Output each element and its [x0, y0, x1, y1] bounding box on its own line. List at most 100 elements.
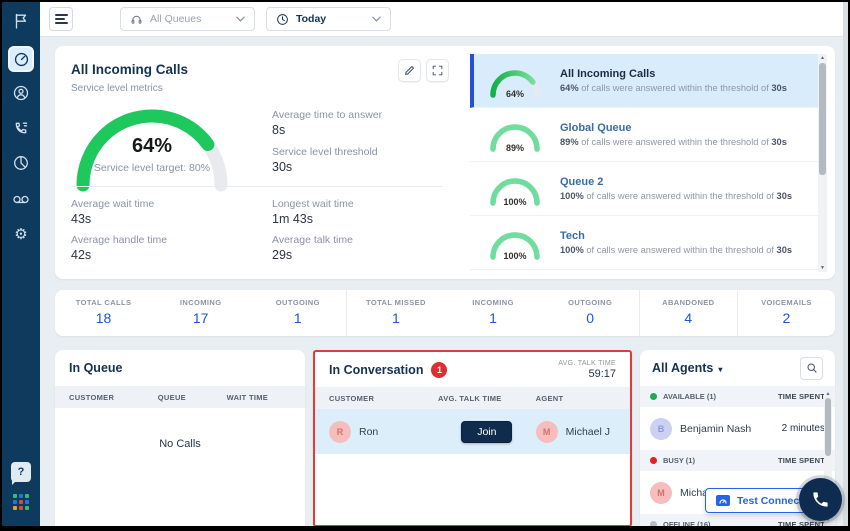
- sidebar-item-dashboard[interactable]: [8, 46, 34, 72]
- metrics-column: Average time to answer 8s Service level …: [272, 109, 382, 174]
- metric-value: 42s: [71, 248, 272, 262]
- expand-button[interactable]: [426, 59, 449, 82]
- queue-name: All Incoming Calls: [560, 68, 787, 80]
- queue-list-item[interactable]: 64% All Incoming Calls 64% of calls were…: [470, 54, 818, 108]
- queue-desc: 100% of calls were answered within the t…: [560, 191, 792, 201]
- in-queue-panel: In Queue CUSTOMER QUEUE WAIT TIME No Cal…: [55, 350, 305, 526]
- status-dot-available: [650, 393, 657, 400]
- queue-gauge: 64%: [486, 63, 544, 99]
- scroll-up-icon[interactable]: ▲: [818, 55, 827, 61]
- group-status: AVAILABLE (1): [663, 392, 716, 401]
- stat-cell: VOICEMAILS2: [737, 290, 835, 336]
- metrics-grid: Average wait time 43s Longest wait time …: [71, 198, 473, 262]
- sidebar-item-call-logs[interactable]: [2, 115, 40, 141]
- sidebar-item-voicemail[interactable]: [2, 186, 40, 212]
- panel-title: In Conversation: [329, 363, 423, 377]
- stat-cell: OUTGOING0: [542, 290, 639, 336]
- agent-cell: M Michael J: [536, 421, 616, 443]
- join-button[interactable]: Join: [461, 421, 512, 443]
- connection-test-icon: [716, 495, 730, 507]
- chevron-down-icon: [372, 16, 381, 22]
- agent-group-header: AVAILABLE (1) TIME SPENT: [640, 386, 835, 407]
- sidebar-item-reports[interactable]: [2, 150, 40, 176]
- panel-title: In Queue: [69, 361, 122, 375]
- time-spent-label: TIME SPENT: [778, 456, 825, 465]
- help-button[interactable]: ?: [11, 462, 31, 482]
- voicemail-icon: [11, 190, 31, 208]
- sidebar: ⚙ ?: [2, 2, 40, 526]
- agent-name: Michael J: [566, 426, 610, 438]
- action-cell: Join: [438, 421, 536, 443]
- metric-value: 43s: [71, 212, 272, 226]
- agent-name: Benjamin Nash: [680, 423, 751, 435]
- metric-label: Average time to answer: [272, 109, 382, 121]
- agent-search-button[interactable]: [800, 357, 823, 380]
- clock-icon: [276, 13, 289, 26]
- card-title: All Incoming Calls: [71, 62, 188, 77]
- agent-row[interactable]: B Benjamin Nash 2 minutes: [640, 407, 835, 450]
- agent-avatar: M: [650, 482, 672, 504]
- agents-filter-dropdown[interactable]: All Agents▾: [652, 361, 722, 375]
- stat-cell: INCOMING1: [445, 290, 542, 336]
- phone-list-icon: [12, 119, 30, 137]
- queue-filter-dropdown[interactable]: All Queues: [120, 7, 255, 31]
- metric-value: 29s: [272, 248, 473, 262]
- in-conversation-panel: In Conversation 1 AVG. TALK TIME 59:17 C…: [313, 350, 632, 526]
- agent-time-spent: 2 minutes: [782, 423, 825, 434]
- window: ⚙ ? All Queues Today All Incoming Calls …: [0, 0, 850, 531]
- scrollbar-thumb[interactable]: [825, 398, 831, 456]
- date-filter-dropdown[interactable]: Today: [266, 7, 391, 31]
- queue-filter-value: All Queues: [150, 13, 229, 25]
- flag-logo-icon[interactable]: [2, 8, 40, 34]
- scroll-down-icon[interactable]: ▼: [818, 265, 827, 271]
- date-filter-value: Today: [296, 13, 365, 25]
- status-dot-busy: [650, 457, 657, 464]
- window-scrollbar[interactable]: [843, 2, 848, 526]
- queue-list-scrollbar[interactable]: ▲ ▼: [818, 54, 827, 272]
- gauge-value: 64%: [67, 135, 237, 158]
- queue-list-item[interactable]: 100% Queue 2 100% of calls were answered…: [470, 162, 818, 216]
- card-subtitle: Service level metrics: [71, 83, 163, 94]
- metric-label: Average wait time: [71, 198, 272, 210]
- queue-desc: 100% of calls were answered within the t…: [560, 245, 792, 255]
- status-dot-offline: [650, 521, 657, 526]
- empty-state-text: No Calls: [55, 408, 305, 450]
- sidebar-item-agents[interactable]: [2, 80, 40, 106]
- queue-list: 64% All Incoming Calls 64% of calls were…: [470, 54, 818, 272]
- chevron-down-icon: [236, 16, 245, 22]
- group-status: OFFLINE (16): [663, 520, 711, 526]
- metric-value: 1m 43s: [272, 212, 473, 226]
- conversation-row: R Ron Join M Michael J: [315, 409, 630, 454]
- sidebar-item-settings[interactable]: ⚙: [2, 221, 40, 247]
- phone-icon: [811, 490, 830, 509]
- queue-desc: 89% of calls were answered within the th…: [560, 137, 787, 147]
- queue-list-item[interactable]: 89% Global Queue 89% of calls were answe…: [470, 108, 818, 162]
- metric-label: Average handle time: [71, 234, 272, 246]
- stat-cell: TOTAL MISSED1: [346, 290, 444, 336]
- stat-cell: OUTGOING1: [249, 290, 346, 336]
- queue-gauge-pct: 100%: [486, 251, 544, 261]
- metric-label: Average talk time: [272, 234, 473, 246]
- metric-label: Longest wait time: [272, 198, 473, 210]
- menu-toggle-button[interactable]: [49, 7, 73, 31]
- phone-fab-button[interactable]: [799, 478, 842, 521]
- edit-button[interactable]: [398, 59, 421, 82]
- agent-group-header: BUSY (1) TIME SPENT: [640, 450, 835, 471]
- agent-icon: [12, 84, 30, 102]
- expand-icon: [431, 64, 444, 77]
- customer-cell: R Ron: [329, 421, 438, 443]
- divider: [71, 186, 443, 187]
- topbar: All Queues Today: [40, 2, 843, 37]
- conversation-count-badge: 1: [431, 362, 447, 378]
- scroll-up-icon[interactable]: ▲: [824, 391, 832, 397]
- table-header: CUSTOMER AVG. TALK TIME AGENT: [315, 388, 630, 409]
- queue-gauge: 89%: [486, 117, 544, 153]
- customer-name: Ron: [359, 426, 378, 438]
- queue-list-item[interactable]: 100% Tech 100% of calls were answered wi…: [470, 216, 818, 270]
- scrollbar-thumb[interactable]: [819, 63, 826, 175]
- apps-launcher-icon[interactable]: [13, 494, 29, 510]
- queue-name: Tech: [560, 230, 792, 242]
- agent-avatar: B: [650, 418, 672, 440]
- stat-cell: TOTAL CALLS18: [55, 290, 152, 336]
- time-spent-label: TIME SPENT: [778, 392, 825, 401]
